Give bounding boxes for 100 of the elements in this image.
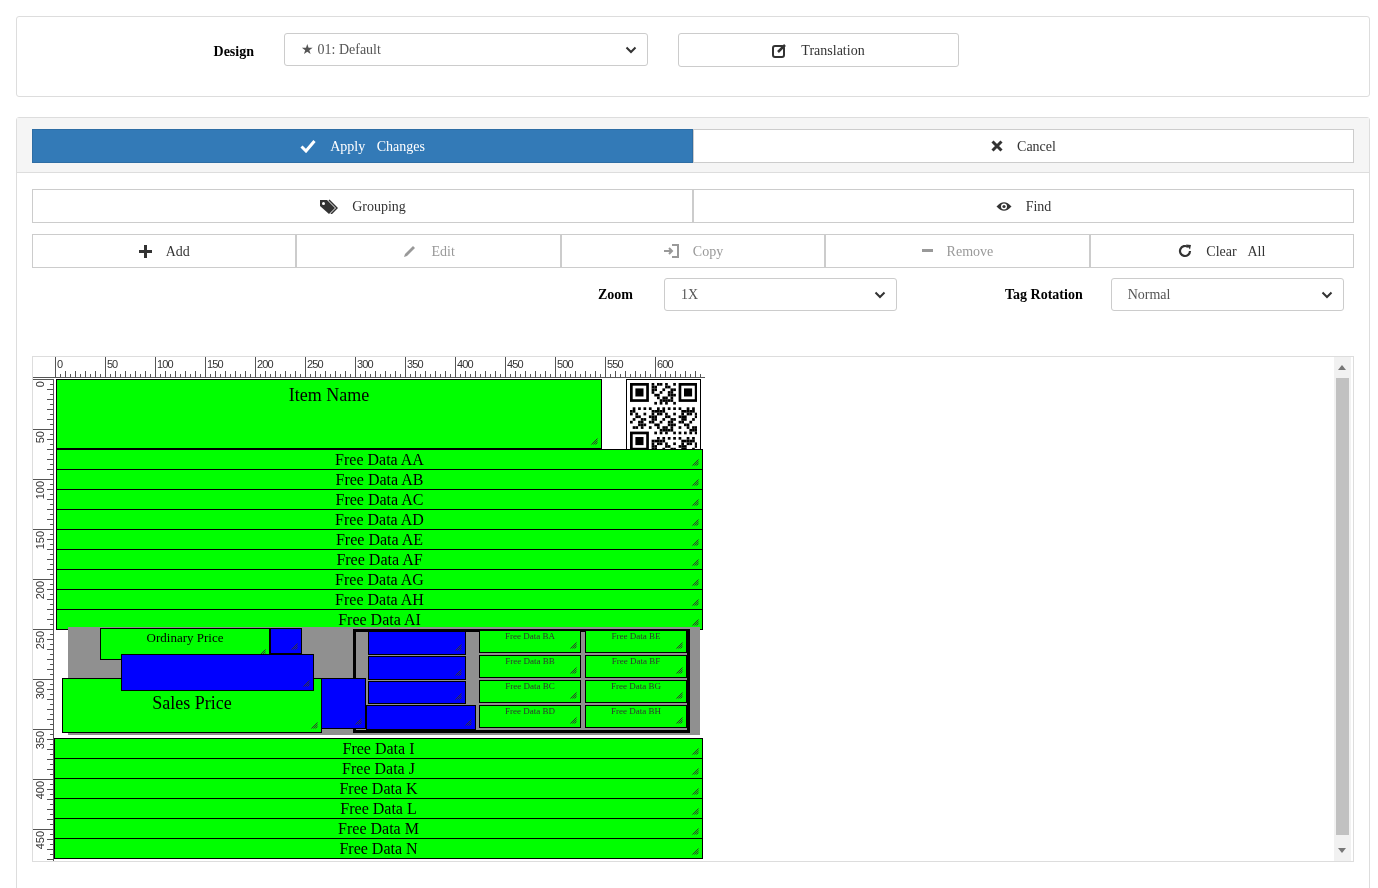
resize-grip-icon — [455, 669, 462, 676]
field-label: Free Data AI — [338, 612, 421, 628]
field-label: Free Data AC — [335, 492, 424, 508]
tag-rotation-select[interactable]: Normal — [1110, 278, 1344, 311]
chevron-down-icon — [625, 45, 637, 54]
ruler-label: 350 — [407, 358, 424, 370]
resize-grip-icon — [570, 667, 577, 674]
ruler-label: 100 — [157, 358, 174, 370]
field-label: Free Data K — [339, 781, 418, 797]
resize-grip-icon — [692, 539, 699, 546]
resize-grip-icon — [311, 722, 318, 729]
ruler-label: 200 — [34, 581, 46, 600]
ruler-label: 150 — [207, 358, 224, 370]
field-label: Free Data AE — [335, 532, 424, 548]
zoom-select[interactable]: 1X — [664, 278, 897, 311]
ruler-label: 0 — [57, 358, 64, 370]
resize-grip-icon — [676, 692, 683, 699]
ruler-label: 300 — [357, 358, 374, 370]
field-label: Sales Price — [152, 694, 232, 712]
resize-grip-icon — [303, 680, 310, 687]
resize-grip-icon — [692, 519, 699, 526]
ruler-label: 300 — [34, 681, 46, 700]
resize-grip-icon — [692, 599, 699, 606]
find-button[interactable]: Find — [693, 189, 1354, 223]
chevron-down-icon — [1320, 290, 1333, 299]
resize-grip-icon — [465, 719, 472, 726]
resize-grip-icon — [692, 619, 699, 626]
resize-grip-icon — [692, 768, 699, 775]
plus-icon — [138, 244, 152, 258]
ruler-label: 150 — [34, 531, 46, 550]
check-icon — [300, 139, 317, 153]
resize-grip-icon — [692, 559, 699, 566]
zoom-label: Zoom — [598, 286, 633, 304]
field-label: Free Data BA — [505, 632, 555, 641]
field-label: Free Data I — [342, 741, 415, 757]
field-label: Free Data BG — [611, 682, 661, 691]
eye-icon — [995, 200, 1012, 212]
field-label: Free Data N — [339, 841, 418, 857]
tag-rotation-label: Tag Rotation — [1005, 286, 1083, 304]
ruler-label: 450 — [34, 831, 46, 850]
apply-button[interactable]: Apply Changes — [32, 129, 693, 163]
ruler-label: 600 — [657, 358, 674, 370]
field-label: Free Data BD — [505, 707, 555, 716]
resize-grip-icon — [291, 643, 298, 650]
ruler-label: 200 — [257, 358, 274, 370]
cancel-button[interactable]: Cancel — [693, 129, 1354, 163]
field-label: Free Data L — [340, 801, 417, 817]
field-label: Free Data BC — [505, 682, 555, 691]
tags-icon — [319, 198, 339, 214]
ruler-label: 400 — [34, 781, 46, 800]
field-label: Free Data AG — [335, 572, 424, 588]
refresh-icon — [1178, 244, 1193, 258]
resize-grip-icon — [692, 499, 699, 506]
resize-grip-icon — [692, 808, 699, 815]
resize-grip-icon — [591, 438, 598, 445]
translation-button[interactable]: Translation — [678, 33, 959, 67]
resize-grip-icon — [676, 667, 683, 674]
scrollbar[interactable] — [1334, 357, 1351, 861]
field-label: Free Data J — [342, 761, 415, 777]
field-label: Free Data AF — [336, 552, 423, 568]
ruler-label: 100 — [34, 481, 46, 500]
resize-grip-icon — [676, 642, 683, 649]
design-select[interactable]: ★ 01: Default — [284, 33, 648, 66]
resize-grip-icon — [355, 718, 362, 725]
field-label: Free Data AB — [335, 472, 424, 488]
ruler-label: 550 — [607, 358, 624, 370]
resize-grip-icon — [570, 692, 577, 699]
ruler-label: 0 — [34, 381, 46, 388]
clear-all-button[interactable]: Clear All — [1089, 234, 1355, 268]
sign-in-icon — [662, 244, 679, 258]
resize-grip-icon — [570, 717, 577, 724]
field-label: Free Data BF — [611, 657, 661, 666]
resize-grip-icon — [455, 693, 462, 700]
close-icon — [991, 140, 1004, 152]
resize-grip-icon — [692, 788, 699, 795]
ruler-label: 250 — [307, 358, 324, 370]
field-label: Free Data M — [338, 821, 419, 837]
chevron-down-icon — [874, 290, 886, 299]
pencil-icon — [402, 243, 418, 259]
add-button[interactable]: Add — [32, 234, 297, 268]
ruler-label: 400 — [457, 358, 474, 370]
ruler-label: 350 — [34, 731, 46, 750]
ruler-label: 50 — [107, 358, 118, 370]
field-label: Free Data AA — [335, 452, 424, 468]
field-label: Free Data AH — [335, 592, 424, 608]
ruler-label: 250 — [34, 631, 46, 650]
ruler-label: 450 — [507, 358, 524, 370]
field-label: Ordinary Price — [146, 631, 224, 644]
resize-grip-icon — [692, 459, 699, 466]
resize-grip-icon — [676, 717, 683, 724]
ruler-label: 50 — [34, 431, 46, 444]
grouping-button[interactable]: Grouping — [32, 189, 693, 223]
resize-grip-icon — [692, 479, 699, 486]
field-label: Item Name — [288, 386, 370, 404]
resize-grip-icon — [692, 848, 699, 855]
resize-grip-icon — [692, 579, 699, 586]
resize-grip-icon — [455, 644, 462, 651]
edit-icon — [772, 42, 788, 58]
field-label: Free Data AD — [335, 512, 424, 528]
field-label: Free Data BE — [611, 632, 661, 641]
